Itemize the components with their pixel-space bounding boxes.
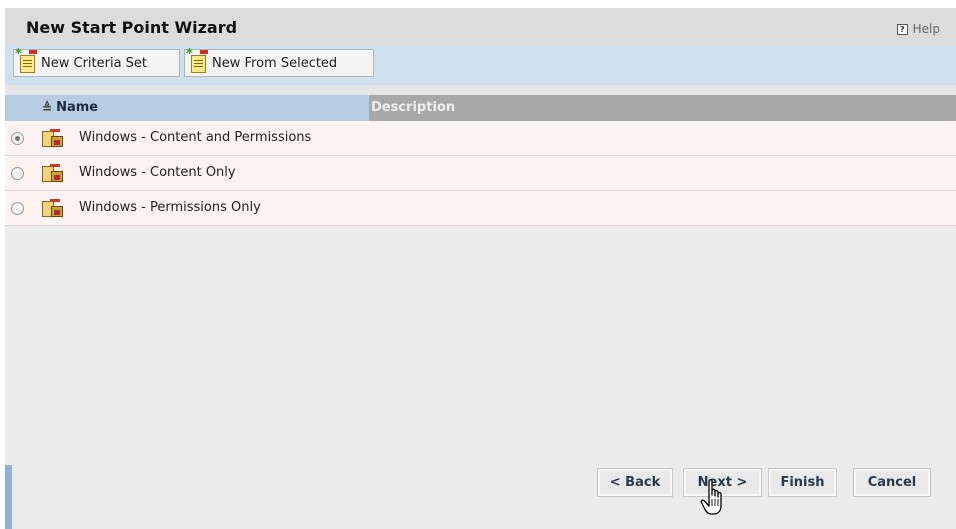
help-link[interactable]: ? Help: [896, 22, 940, 36]
criteria-list: Windows - Content and Permissions Window…: [5, 121, 956, 226]
cancel-button[interactable]: Cancel: [853, 468, 931, 497]
row-radio[interactable]: [11, 202, 24, 215]
table-row[interactable]: Windows - Content and Permissions: [5, 121, 956, 156]
name-sort-header[interactable]: ≜ Name: [42, 100, 98, 115]
row-name: Windows - Content Only: [79, 165, 236, 180]
finish-button[interactable]: Finish: [768, 468, 837, 497]
criteria-set-icon: [40, 164, 64, 184]
criteria-set-icon: [40, 199, 64, 219]
new-criteria-set-button[interactable]: * New Criteria Set: [13, 47, 180, 77]
help-label: Help: [912, 22, 940, 36]
row-name: Windows - Content and Permissions: [79, 130, 312, 145]
next-button[interactable]: Next >: [683, 468, 762, 497]
new-document-icon: *: [15, 47, 37, 74]
row-name: Windows - Permissions Only: [79, 200, 261, 215]
name-column-label: Name: [56, 100, 99, 115]
description-column-header[interactable]: Description: [371, 100, 455, 115]
new-criteria-set-label: New Criteria Set: [41, 55, 148, 71]
side-accent-bar: [5, 465, 12, 529]
help-icon: ?: [896, 23, 908, 35]
row-radio[interactable]: [11, 132, 24, 145]
criteria-set-icon: [40, 129, 64, 149]
back-button[interactable]: < Back: [597, 468, 673, 497]
row-radio[interactable]: [11, 167, 24, 180]
toolbar: * New Criteria Set * New From Selected: [5, 46, 956, 85]
new-document-icon: *: [186, 47, 208, 74]
table-row[interactable]: Windows - Permissions Only: [5, 191, 956, 226]
grid-header: ≜ Name Description: [5, 95, 956, 121]
wizard-panel: New Start Point Wizard ? Help * New Crit…: [5, 8, 956, 529]
title-bar: New Start Point Wizard ? Help: [5, 8, 956, 46]
sort-ascending-icon: ≜: [42, 100, 53, 115]
toolbar-divider: [5, 85, 956, 95]
name-column-header[interactable]: ≜ Name: [5, 95, 369, 121]
table-row[interactable]: Windows - Content Only: [5, 156, 956, 191]
new-from-selected-button[interactable]: * New From Selected: [184, 47, 374, 77]
new-from-selected-label: New From Selected: [212, 55, 338, 71]
page-title: New Start Point Wizard: [26, 18, 238, 37]
